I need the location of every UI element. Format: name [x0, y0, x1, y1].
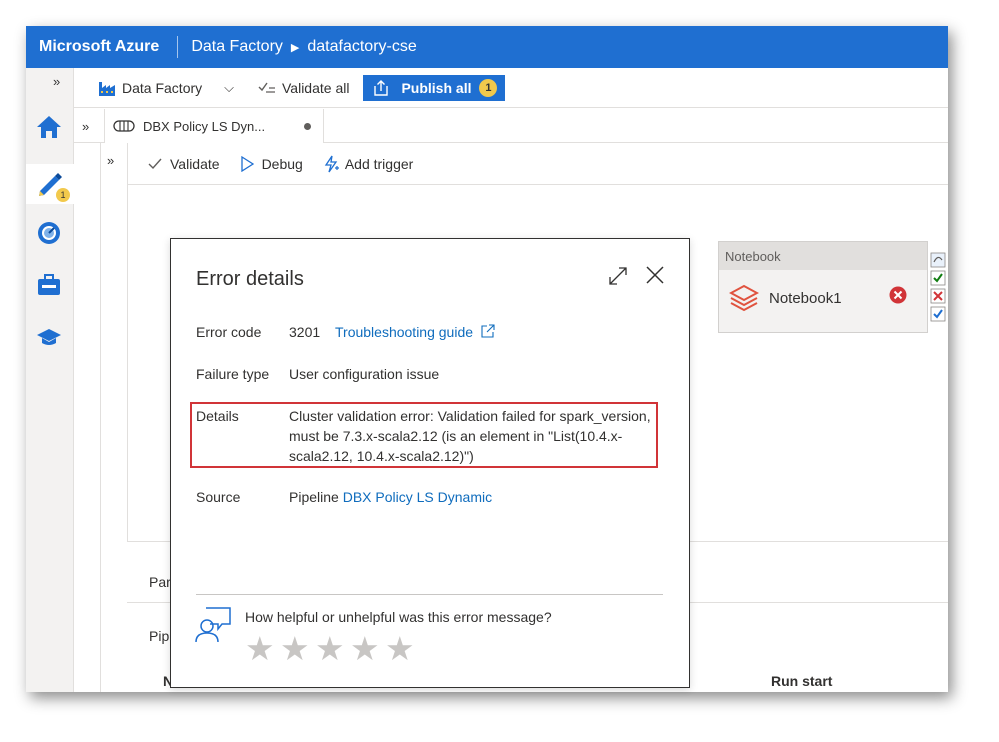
toolbox-icon	[38, 274, 60, 295]
factory-toolbar: Data Factory ⌵ Validate all Publish all …	[74, 68, 948, 108]
monitor-button[interactable]	[32, 216, 66, 250]
source-pipeline-link[interactable]: DBX Policy LS Dynamic	[343, 489, 492, 505]
source-label: Source	[196, 489, 241, 505]
details-line-2: must be 7.3.x-scala2.12 (is an element i…	[289, 428, 623, 444]
publish-all-label: Publish all	[401, 79, 472, 96]
publish-all-button[interactable]: Publish all 1	[363, 74, 506, 101]
activity-name: Notebook1	[769, 289, 842, 307]
activity-body: Notebook1	[729, 284, 842, 312]
feedback-icon	[194, 606, 234, 649]
home-icon	[37, 116, 61, 138]
validate-all-button[interactable]: Validate all	[244, 68, 359, 108]
tabs-row: » DBX Policy LS Dyn...	[74, 109, 948, 143]
validate-label: Validate	[170, 155, 220, 172]
details-line-1: Cluster validation error: Validation fai…	[289, 408, 651, 424]
author-button[interactable]: 1	[26, 164, 74, 204]
left-rail: » 1	[26, 68, 74, 692]
top-bar: Microsoft Azure Data Factory ▶ datafacto…	[26, 26, 948, 68]
source-prefix: Pipeline	[289, 489, 339, 505]
pipeline-command-bar: Validate Debug Add trigger	[127, 143, 948, 185]
details-value: Cluster validation error: Validation fai…	[289, 406, 661, 466]
troubleshooting-link-label: Troubleshooting guide	[335, 324, 474, 340]
home-button[interactable]	[32, 110, 66, 144]
pipeline-icon	[113, 120, 135, 132]
tab-pipeline-runs[interactable]: Pip	[149, 628, 169, 644]
tab-parameters[interactable]: Par	[149, 574, 171, 590]
unsaved-dot-icon	[304, 123, 311, 130]
failure-type-label: Failure type	[196, 366, 270, 382]
feedback-divider	[196, 594, 663, 595]
add-trigger-button[interactable]: Add trigger	[313, 155, 423, 173]
learning-center-button[interactable]	[32, 320, 66, 354]
column-header-run-start[interactable]: Run start	[771, 673, 832, 689]
close-button[interactable]	[645, 265, 665, 290]
close-icon	[646, 266, 664, 284]
star-icon[interactable]: ★	[280, 627, 315, 671]
star-icon[interactable]: ★	[350, 627, 385, 671]
checkmark-icon	[148, 158, 162, 169]
error-status-icon[interactable]	[889, 286, 907, 309]
error-details-dialog: Error details Error code 3201 Troublesho…	[170, 238, 690, 688]
expand-icon	[609, 267, 627, 285]
chevron-down-icon[interactable]: ⌵	[224, 80, 234, 96]
debug-label: Debug	[261, 155, 303, 172]
expand-button[interactable]	[607, 265, 629, 292]
play-icon	[240, 155, 254, 172]
external-link-icon	[481, 324, 495, 338]
details-label: Details	[196, 408, 239, 424]
breadcrumb-separator-icon: ▶	[290, 41, 300, 54]
star-icon[interactable]: ★	[245, 627, 280, 671]
star-icon[interactable]: ★	[315, 627, 350, 671]
validate-all-label: Validate all	[282, 79, 350, 96]
error-code-value: 3201	[289, 324, 321, 340]
source-value: Pipeline DBX Policy LS Dynamic	[289, 487, 492, 507]
validate-all-icon	[258, 82, 275, 93]
learn-icon	[37, 329, 61, 345]
dialog-title: Error details	[196, 268, 304, 290]
factory-selector[interactable]: Data Factory ⌵	[74, 68, 244, 108]
details-line-3: scala2.12, 10.4.x-scala2.12)")	[289, 448, 474, 464]
publish-count-badge: 1	[479, 78, 498, 97]
feedback-question: How helpful or unhelpful was this error …	[245, 609, 552, 625]
breadcrumb-data-factory[interactable]: Data Factory	[178, 36, 283, 58]
author-badge: 1	[56, 188, 70, 202]
brand-link[interactable]: Microsoft Azure	[26, 36, 179, 58]
star-icon[interactable]: ★	[385, 627, 420, 671]
debug-button[interactable]: Debug	[230, 155, 313, 172]
factory-icon	[99, 81, 115, 96]
rail-expand-icon[interactable]: »	[53, 74, 60, 89]
tab-pipeline-label: DBX Policy LS Dyn...	[143, 118, 266, 134]
trigger-icon	[324, 155, 339, 172]
troubleshooting-guide-link[interactable]: Troubleshooting guide	[335, 322, 495, 342]
activity-type-label: Notebook	[719, 242, 927, 270]
notebook-activity[interactable]: Notebook Notebook1	[718, 241, 928, 333]
connector-icons[interactable]	[930, 252, 946, 328]
monitor-icon	[38, 222, 60, 244]
factory-resources-expand-icon[interactable]: »	[107, 153, 114, 168]
databricks-icon	[729, 284, 759, 312]
validate-button[interactable]: Validate	[128, 156, 230, 172]
manage-button[interactable]	[32, 268, 66, 302]
error-code-label: Error code	[196, 324, 262, 340]
star-rating[interactable]: ★ ★ ★ ★ ★	[245, 627, 420, 671]
failure-type-value: User configuration issue	[289, 366, 440, 382]
add-trigger-label: Add trigger	[344, 155, 414, 172]
tabs-expand-icon[interactable]: »	[82, 119, 89, 134]
breadcrumb-factory-name[interactable]: datafactory-cse	[307, 38, 416, 56]
tab-pipeline[interactable]: DBX Policy LS Dyn...	[104, 109, 324, 143]
factory-label: Data Factory	[122, 79, 203, 96]
activity-connectors	[930, 252, 946, 333]
publish-icon	[374, 79, 389, 96]
